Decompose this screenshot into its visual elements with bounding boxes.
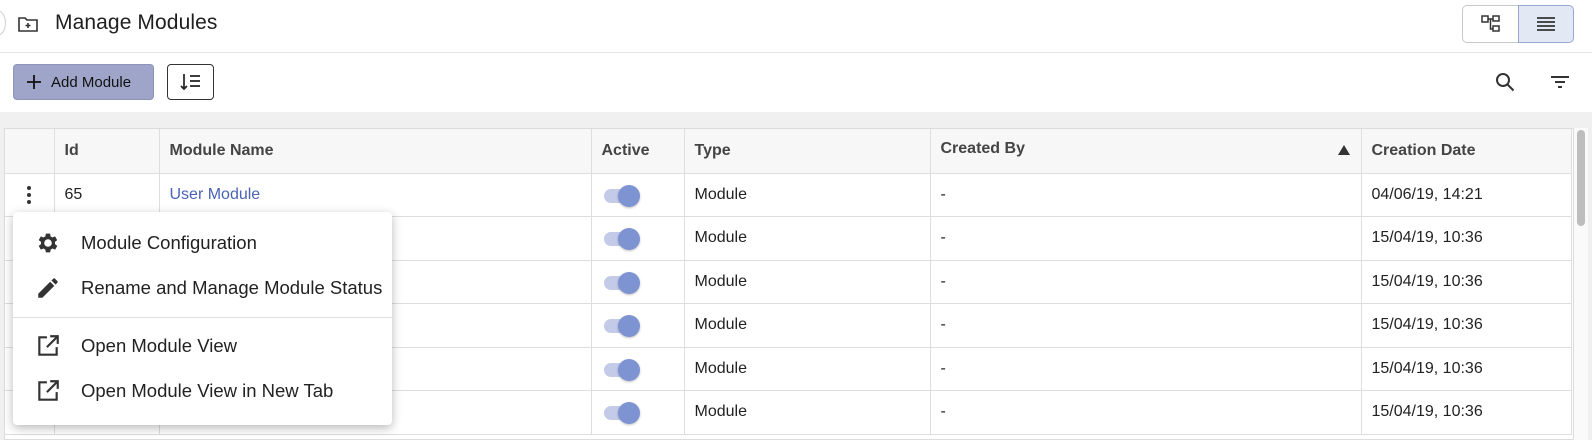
cell-type: Module — [684, 173, 931, 217]
menu-item-label: Open Module View — [81, 334, 237, 356]
cell-active — [591, 347, 685, 391]
column-id[interactable]: Id — [54, 129, 160, 174]
list-view-button[interactable] — [1518, 5, 1574, 43]
vertical-scrollbar[interactable] — [1574, 128, 1588, 440]
open-external-icon — [35, 333, 61, 359]
menu-item-module-configuration[interactable]: Module Configuration — [13, 220, 392, 265]
row-context-menu: Module Configuration Rename and Manage M… — [13, 212, 392, 425]
menu-item-label: Rename and Manage Module Status — [81, 276, 383, 298]
table-header-row: Id Module Name Active Type Created By Cr… — [5, 129, 1572, 174]
column-creation-date[interactable]: Creation Date — [1361, 129, 1572, 174]
hierarchy-view-button[interactable] — [1462, 5, 1518, 43]
search-icon[interactable] — [1493, 70, 1517, 94]
cell-created-by: - — [930, 173, 1362, 217]
cell-created-by: - — [930, 390, 1362, 435]
menu-item-open-module-view-new-tab[interactable]: Open Module View in New Tab — [13, 368, 392, 413]
cell-created-by: - — [930, 216, 1362, 261]
cell-creation-date: 15/04/19, 10:36 — [1361, 260, 1572, 304]
table-row[interactable]: 65 User Module Module - 04/06/19, 14:21 — [5, 173, 1572, 217]
cell-type: Module — [684, 260, 931, 304]
page-title: Manage Modules — [55, 11, 218, 34]
view-toggle — [1462, 5, 1574, 43]
cell-module-name[interactable]: User Module — [159, 173, 592, 217]
hierarchy-view-icon — [1480, 15, 1500, 32]
column-actions — [5, 129, 55, 174]
column-module-name[interactable]: Module Name — [159, 129, 592, 174]
sort-order-icon — [179, 74, 200, 91]
active-toggle[interactable] — [602, 184, 640, 207]
cell-type: Module — [684, 347, 931, 391]
collapse-handle[interactable] — [0, 10, 6, 36]
row-actions[interactable] — [5, 173, 55, 217]
cell-active — [591, 173, 685, 217]
cell-created-by: - — [930, 303, 1362, 348]
active-toggle[interactable] — [602, 315, 640, 338]
gear-icon — [35, 230, 61, 256]
scrollbar-thumb[interactable] — [1577, 130, 1585, 226]
sort-ascending-icon — [1337, 143, 1351, 161]
folder-add-icon — [16, 12, 40, 36]
cell-active — [591, 260, 685, 304]
toolbar: Add Module — [0, 53, 1592, 112]
menu-item-label: Open Module View in New Tab — [81, 379, 334, 401]
add-module-label: Add Module — [51, 73, 132, 91]
page-header: Manage Modules — [0, 0, 1592, 53]
column-created-by-label: Created By — [940, 140, 1025, 158]
cell-active — [591, 216, 685, 261]
list-view-icon — [1537, 17, 1555, 31]
pencil-icon — [35, 275, 61, 301]
column-active[interactable]: Active — [591, 129, 685, 174]
cell-creation-date: 15/04/19, 10:36 — [1361, 347, 1572, 391]
filter-icon[interactable] — [1548, 70, 1572, 94]
active-toggle[interactable] — [602, 358, 640, 381]
cell-creation-date: 15/04/19, 10:36 — [1361, 390, 1572, 435]
plus-icon — [26, 74, 42, 90]
cell-creation-date: 15/04/19, 10:36 — [1361, 216, 1572, 261]
open-external-icon — [35, 378, 61, 404]
active-toggle[interactable] — [602, 402, 640, 425]
cell-type: Module — [684, 390, 931, 435]
cell-creation-date: 15/04/19, 10:36 — [1361, 303, 1572, 348]
cell-active — [591, 390, 685, 435]
cell-id: 65 — [54, 173, 160, 217]
cell-type: Module — [684, 303, 931, 348]
kebab-menu-icon[interactable] — [15, 185, 44, 204]
menu-item-label: Module Configuration — [81, 231, 257, 253]
menu-divider — [13, 317, 392, 318]
cell-created-by: - — [930, 347, 1362, 391]
sort-order-button[interactable] — [167, 64, 214, 100]
column-type[interactable]: Type — [684, 129, 931, 174]
column-created-by[interactable]: Created By — [930, 129, 1362, 174]
cell-created-by: - — [930, 260, 1362, 304]
cell-type: Module — [684, 216, 931, 261]
active-toggle[interactable] — [602, 228, 640, 251]
menu-item-open-module-view[interactable]: Open Module View — [13, 323, 392, 368]
cell-active — [591, 303, 685, 348]
menu-item-rename-manage-status[interactable]: Rename and Manage Module Status — [13, 265, 392, 310]
active-toggle[interactable] — [602, 271, 640, 294]
add-module-button[interactable]: Add Module — [13, 64, 154, 100]
cell-creation-date: 04/06/19, 14:21 — [1361, 173, 1572, 217]
